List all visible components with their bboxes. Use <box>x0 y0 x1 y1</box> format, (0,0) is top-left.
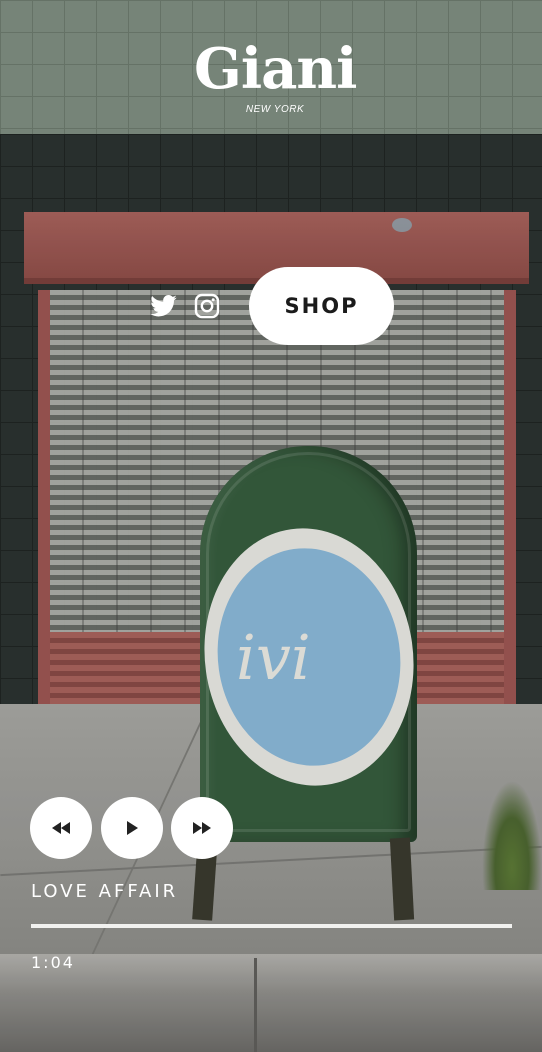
rewind-icon <box>52 822 70 834</box>
progress-bar[interactable] <box>31 924 512 928</box>
fast-forward-icon <box>193 822 211 834</box>
brand-logo[interactable]: Giani NEW YORK <box>194 36 357 124</box>
previous-track-button[interactable] <box>30 797 92 859</box>
shop-button[interactable]: SHOP <box>249 267 394 345</box>
twitter-icon <box>149 295 177 317</box>
twitter-link[interactable] <box>149 292 177 320</box>
play-icon <box>127 821 138 835</box>
progress-fill <box>31 924 512 928</box>
elapsed-time: 1:04 <box>31 953 75 972</box>
play-button[interactable] <box>101 797 163 859</box>
brand-location: NEW YORK <box>245 104 305 115</box>
instagram-link[interactable] <box>193 292 221 320</box>
brand-name: Giani <box>194 36 357 102</box>
next-track-button[interactable] <box>171 797 233 859</box>
instagram-icon <box>194 293 220 319</box>
track-title: LOVE AFFAIR <box>31 881 179 902</box>
